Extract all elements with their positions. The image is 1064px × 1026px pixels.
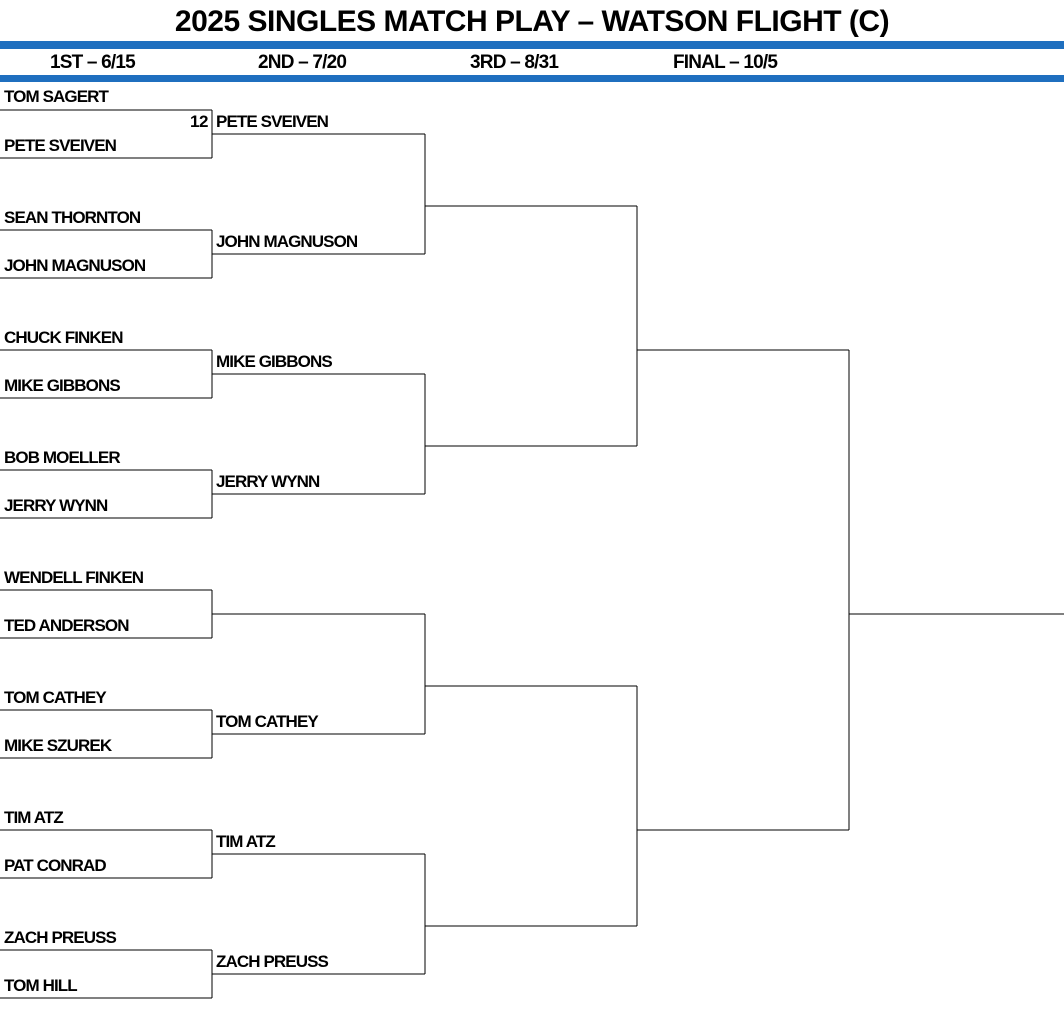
entrant-name: TOM CATHEY — [4, 688, 107, 707]
entrant-name: TIM ATZ — [4, 808, 64, 827]
second-round-name: JOHN MAGNUSON — [216, 232, 358, 251]
entrant-name: TOM HILL — [4, 976, 78, 995]
entrant-name: TOM SAGERT — [4, 87, 109, 106]
entrant-name: WENDELL FINKEN — [4, 568, 144, 587]
bracket-lines — [0, 109, 1064, 999]
entrant-name: ZACH PREUSS — [4, 928, 117, 947]
entrant-name: TED ANDERSON — [4, 616, 129, 635]
second-round-name: TIM ATZ — [216, 832, 276, 851]
entrant-name: PAT CONRAD — [4, 856, 107, 875]
second-round-name: TOM CATHEY — [216, 712, 319, 731]
second-round-name: JERRY WYNN — [216, 472, 320, 491]
entrant-name: BOB MOELLER — [4, 448, 121, 467]
second-round-name: ZACH PREUSS — [216, 952, 329, 971]
entrant-name: MIKE GIBBONS — [4, 376, 121, 395]
entrant-name: JERRY WYNN — [4, 496, 108, 515]
entrant-name: SEAN THORNTON — [4, 208, 141, 227]
match-score: 12 — [190, 112, 208, 131]
entrant-name: CHUCK FINKEN — [4, 328, 123, 347]
entrant-name: PETE SVEIVEN — [4, 136, 117, 155]
entrant-name: MIKE SZUREK — [4, 736, 112, 755]
second-round-name: PETE SVEIVEN — [216, 112, 329, 131]
entrant-name: JOHN MAGNUSON — [4, 256, 146, 275]
second-round-name: MIKE GIBBONS — [216, 352, 333, 371]
